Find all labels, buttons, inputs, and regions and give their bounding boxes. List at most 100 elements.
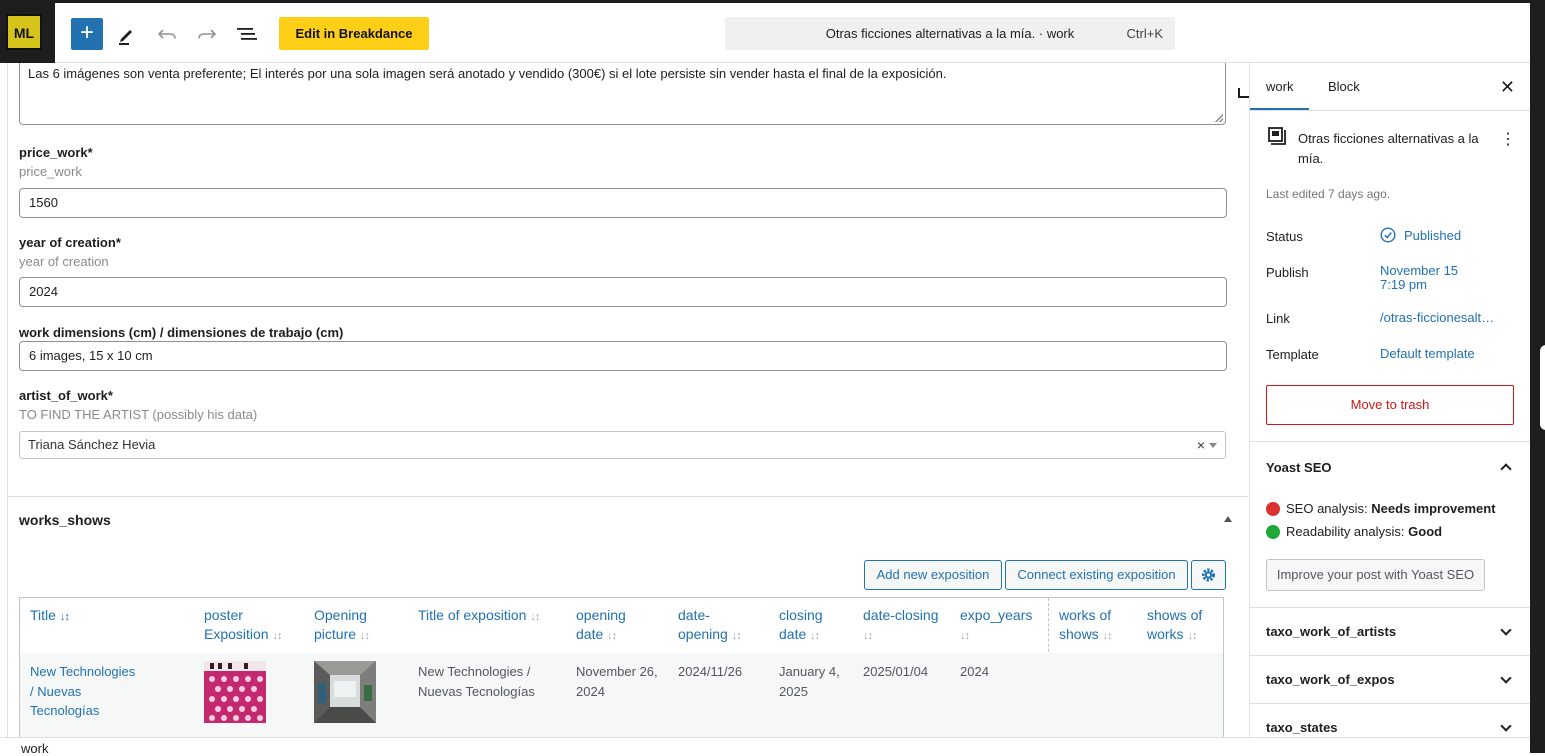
column-header-shows-of-works[interactable]: shows of works ↓↕ [1147,606,1202,646]
status-value[interactable]: Published [1404,229,1461,243]
edit-in-breakdance-button[interactable]: Edit in Breakdance [279,17,429,50]
notes-textarea[interactable]: Las 6 imágenes son venta preferente; El … [19,63,1226,125]
panel-taxo-work-of-artists[interactable]: taxo_work_of_artists [1266,624,1396,639]
column-header-opening-date[interactable]: opening date ↓↕ [576,606,626,646]
smile-face-icon [1266,525,1280,539]
column-header-expo-years[interactable]: expo_years ↓↕ [960,606,1032,646]
panel-taxo-work-of-expos[interactable]: taxo_work_of_expos [1266,672,1395,687]
document-overview-button[interactable] [231,18,263,50]
year-input[interactable]: 2024 [19,277,1227,307]
sort-icon: ↓↕ [1102,630,1113,642]
settings-sidebar: work Block ✕ Otras ficciones alternativa… [1249,63,1531,737]
close-icon[interactable]: ✕ [1500,77,1515,98]
redo-button[interactable] [191,18,223,50]
site-logo-mark: ML [6,14,42,50]
publish-label: Publish [1266,265,1309,280]
add-new-exposition-button[interactable]: Add new exposition [864,560,1002,590]
chevron-down-icon[interactable] [1500,624,1512,636]
publish-date-value[interactable]: November 15 7:19 pm [1380,264,1458,292]
tab-work[interactable]: work [1250,63,1310,110]
sort-icon: ↓↕ [530,611,540,623]
artist-selected-value: Triana Sánchez Hevia [28,437,156,452]
undo-icon [157,29,176,39]
content-border [7,63,8,737]
column-header-closing-date[interactable]: closing date ↓↕ [779,606,823,646]
seo-analysis-line: SEO analysis: Needs improvement [1266,501,1496,516]
template-value[interactable]: Default template [1380,347,1475,361]
dimensions-input[interactable]: 6 images, 15 x 10 cm [19,341,1227,371]
dropdown-arrow-icon[interactable] [1209,443,1217,448]
clear-icon[interactable]: × [1197,432,1205,458]
artist-select[interactable]: Triana Sánchez Hevia × [19,431,1226,459]
breadcrumb-bar: work [0,737,1530,756]
status-label: Status [1266,229,1303,244]
row-title-link[interactable]: New Technologies / Nuevas Tecnologías [30,662,135,721]
chevron-up-icon[interactable] [1500,463,1512,475]
column-header-works-of-shows[interactable]: works of shows ↓↕ [1059,606,1113,646]
sort-active-icon: ↓↕ [59,611,70,623]
published-check-icon [1380,227,1396,243]
permalink-value[interactable]: /otras-ficcionesalt… [1380,311,1494,325]
breadcrumb-item[interactable]: work [21,741,48,756]
sort-icon: ↓↕ [731,630,742,642]
redo-icon [198,29,217,39]
tab-block[interactable]: Block [1328,63,1360,110]
collapse-arrow-icon[interactable] [1224,516,1232,522]
site-logo[interactable]: ML [0,3,55,63]
poster-thumbnail[interactable] [204,661,266,723]
column-header-title[interactable]: Title ↓↕ [30,606,70,627]
panel-divider [1250,441,1531,442]
undo-button[interactable] [151,18,183,50]
opening-picture-image [314,661,376,723]
works-shows-title: works_shows [19,512,111,528]
yoast-panel-title[interactable]: Yoast SEO [1266,460,1332,475]
chevron-down-icon[interactable] [1500,720,1512,732]
editor-main-area: Las 6 imágenes son venta preferente; El … [0,63,1248,737]
connect-existing-exposition-button[interactable]: Connect existing exposition [1005,560,1188,590]
more-options-icon[interactable]: ⋮ [1500,129,1516,149]
price-input[interactable]: 1560 [19,188,1227,218]
column-header-date-opening[interactable]: date-opening ↓↕ [678,606,742,646]
column-header-title-of-exposition[interactable]: Title of exposition ↓↕ [418,606,540,627]
column-header-poster[interactable]: poster Exposition ↓↕ [204,606,282,646]
plus-icon: + [79,19,94,46]
command-palette-button[interactable]: Otras ficciones alternativas a la mía. ·… [725,17,1175,50]
edge-tab [1540,345,1545,430]
table-settings-button[interactable] [1191,560,1226,590]
tools-button[interactable] [111,18,143,50]
chevron-down-icon[interactable] [1500,672,1512,684]
resize-handle-icon[interactable] [1215,114,1223,122]
poster-image [204,661,266,723]
opening-picture-thumbnail[interactable] [314,661,376,723]
template-label: Template [1266,347,1319,362]
table-header: Title ↓↕ poster Exposition ↓↕ Opening pict… [20,598,1223,654]
row-closing-date: January 4, 2025 [779,664,840,699]
row-exposition-title: New Technologies / Nuevas Tecnologías [418,664,535,699]
section-divider [7,496,1248,497]
list-view-icon [237,28,257,40]
sort-icon: ↓↕ [960,630,970,642]
column-header-date-closing[interactable]: date-closing ↓↕ [863,606,939,646]
panel-taxo-states[interactable]: taxo_states [1266,720,1338,735]
gear-icon [1202,568,1215,582]
pen-icon [119,30,132,45]
row-expo-years: 2024 [960,664,989,679]
editor-top-bar: ML + Edit in Breakdance Otras ficciones … [0,0,1530,63]
panel-divider [1250,655,1531,656]
works-shows-table: Title ↓↕ poster Exposition ↓↕ Opening pict… [19,597,1224,737]
year-hint: year of creation [19,254,109,269]
panel-divider [1250,703,1531,704]
year-label: year of creation* [19,235,121,250]
sort-icon: ↓↕ [863,630,873,642]
block-inserter-button[interactable]: + [71,18,103,50]
sort-icon: ↓↕ [810,630,820,642]
row-date-closing: 2025/01/04 [863,664,929,679]
move-to-trash-button[interactable]: Move to trash [1266,385,1514,425]
row-date-opening: 2024/11/26 [678,664,743,679]
keyboard-shortcut: Ctrl+K [1126,26,1163,41]
sort-icon: ↓↕ [607,630,617,642]
document-title: Otras ficciones alternativas a la mía. ·… [825,26,1075,41]
sad-face-icon [1266,502,1280,516]
improve-with-yoast-button[interactable]: Improve your post with Yoast SEO [1266,559,1485,591]
column-header-opening-picture[interactable]: Opening picture ↓↕ [314,606,370,646]
